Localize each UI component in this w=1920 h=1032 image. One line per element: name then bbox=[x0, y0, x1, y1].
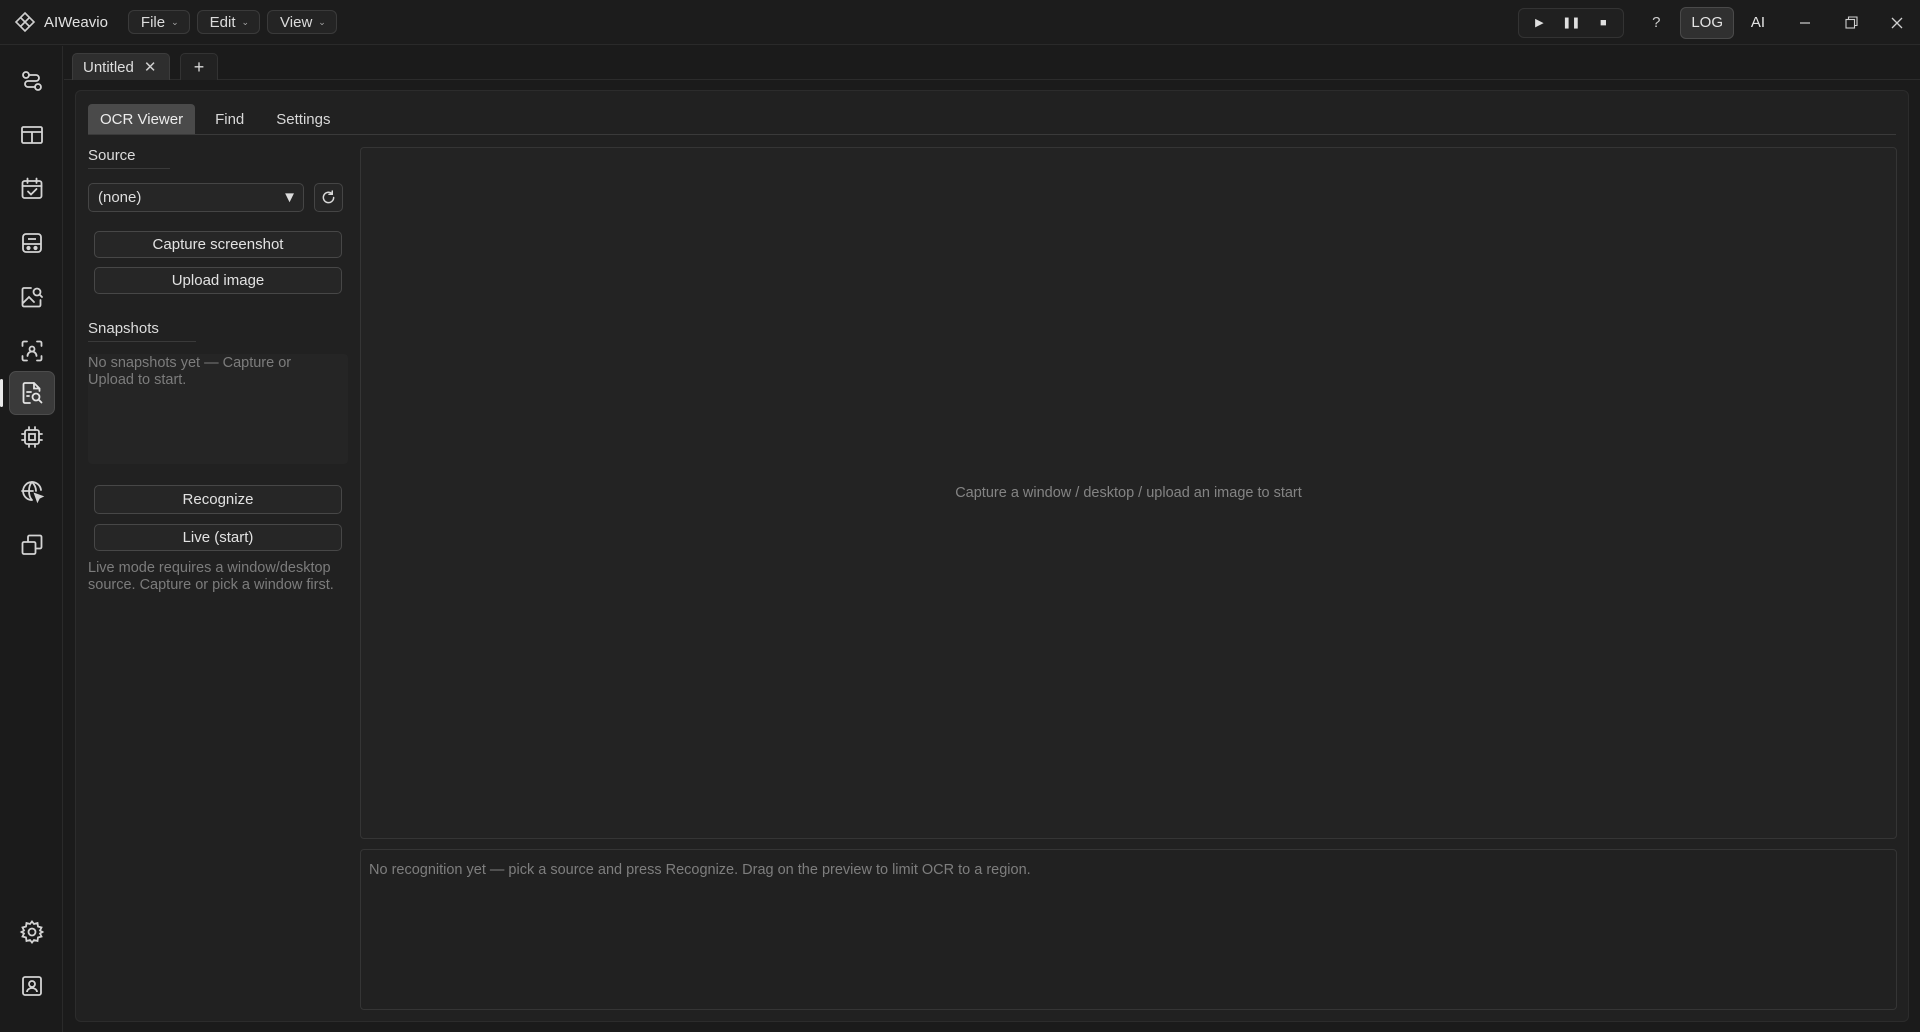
refresh-sources-button[interactable] bbox=[314, 183, 343, 212]
nav-workflow[interactable] bbox=[9, 59, 55, 103]
title-bar: AIWeavio File ⌄ Edit ⌄ View ⌄ ▶ ❚❚ ■ ? LOG … bbox=[0, 0, 1920, 45]
nav-windows[interactable] bbox=[9, 523, 55, 567]
menu-edit-label: Edit bbox=[209, 13, 236, 31]
doc-tab-untitled[interactable]: Untitled ✕ bbox=[72, 53, 170, 80]
nav-bot[interactable] bbox=[9, 221, 55, 265]
source-select[interactable]: (none) ▼ bbox=[88, 183, 304, 212]
nav-ocr-viewer[interactable] bbox=[9, 371, 55, 415]
ocr-preview-canvas[interactable]: Capture a window / desktop / upload an i… bbox=[360, 147, 1897, 839]
contact-icon bbox=[22, 976, 42, 996]
close-window-button[interactable] bbox=[1874, 0, 1920, 45]
upload-image-button[interactable]: Upload image bbox=[94, 267, 342, 294]
menu-view-label: View bbox=[280, 13, 313, 31]
nav-image-search[interactable] bbox=[9, 275, 55, 319]
stop-button[interactable]: ■ bbox=[1587, 9, 1619, 37]
menu-bar: File ⌄ Edit ⌄ View ⌄ bbox=[127, 10, 337, 34]
restore-button[interactable] bbox=[1828, 0, 1874, 45]
chip-icon bbox=[21, 426, 43, 448]
close-icon bbox=[1891, 17, 1903, 28]
globe-cursor-icon bbox=[21, 481, 45, 504]
tab-settings[interactable]: Settings bbox=[264, 104, 342, 134]
snapshots-empty-text: No snapshots yet — Capture or Upload to … bbox=[88, 355, 292, 388]
bot-icon bbox=[22, 233, 42, 253]
minimize-button[interactable] bbox=[1782, 0, 1828, 45]
tab-ocr-viewer[interactable]: OCR Viewer bbox=[88, 104, 196, 134]
nav-account[interactable] bbox=[9, 964, 55, 1008]
ai-button[interactable]: AI bbox=[1734, 14, 1782, 31]
app-name: AIWeavio bbox=[44, 13, 108, 31]
nav-chip[interactable] bbox=[9, 415, 55, 459]
menu-view[interactable]: View ⌄ bbox=[267, 10, 337, 34]
app-logo-icon bbox=[14, 11, 36, 33]
pause-button[interactable]: ❚❚ bbox=[1555, 9, 1587, 37]
scan-face-icon bbox=[21, 340, 43, 362]
minimize-icon bbox=[1800, 21, 1810, 24]
ocr-document-search-icon bbox=[22, 382, 43, 404]
snapshots-list: No snapshots yet — Capture or Upload to … bbox=[88, 354, 348, 464]
nav-settings[interactable] bbox=[9, 910, 55, 954]
help-button[interactable]: ? bbox=[1638, 14, 1674, 31]
panel-tabs: OCR Viewer Find Settings bbox=[88, 104, 1896, 135]
live-mode-hint: Live mode requires a window/desktop sour… bbox=[88, 560, 334, 593]
ocr-side-panel: Source (none) ▼ Capture screenshot Uploa… bbox=[88, 147, 348, 594]
add-tab-button[interactable]: + bbox=[180, 53, 218, 80]
layout-icon bbox=[21, 126, 43, 144]
refresh-icon bbox=[322, 190, 335, 204]
nav-layout[interactable] bbox=[9, 113, 55, 157]
recognize-button[interactable]: Recognize bbox=[94, 485, 342, 514]
close-tab-icon[interactable]: ✕ bbox=[144, 58, 157, 76]
tab-find[interactable]: Find bbox=[203, 104, 256, 134]
title-controls: ▶ ❚❚ ■ ? LOG AI bbox=[1518, 0, 1920, 45]
windows-icon bbox=[21, 534, 43, 555]
nav-web[interactable] bbox=[9, 469, 55, 513]
dropdown-arrow-icon: ▼ bbox=[282, 189, 297, 206]
capture-screenshot-button[interactable]: Capture screenshot bbox=[94, 231, 342, 258]
ocr-result-output[interactable]: No recognition yet — pick a source and p… bbox=[360, 849, 1897, 1010]
menu-file[interactable]: File ⌄ bbox=[127, 10, 190, 34]
pause-icon: ❚❚ bbox=[1562, 17, 1581, 29]
source-label: Source bbox=[88, 147, 170, 169]
chevron-down-icon: ⌄ bbox=[171, 16, 179, 27]
chevron-down-icon: ⌄ bbox=[241, 16, 250, 27]
source-row: (none) ▼ bbox=[88, 183, 348, 212]
run-controls: ▶ ❚❚ ■ bbox=[1518, 7, 1625, 38]
left-nav-rail bbox=[0, 46, 63, 1032]
workflow-icon bbox=[22, 71, 42, 91]
nav-scheduler[interactable] bbox=[9, 167, 55, 211]
calendar-check-icon bbox=[21, 177, 43, 199]
document-tab-bar: Untitled ✕ + bbox=[64, 46, 1920, 80]
live-start-button[interactable]: Live (start) bbox=[94, 524, 342, 551]
source-selected-value: (none) bbox=[98, 189, 142, 206]
image-search-icon bbox=[21, 287, 43, 308]
snapshots-label: Snapshots bbox=[88, 320, 196, 342]
ocr-workspace: OCR Viewer Find Settings Source (none) ▼… bbox=[75, 90, 1909, 1022]
output-placeholder-text: No recognition yet — pick a source and p… bbox=[369, 862, 1031, 878]
menu-edit[interactable]: Edit ⌄ bbox=[196, 10, 261, 34]
stop-icon: ■ bbox=[1599, 16, 1607, 29]
log-button[interactable]: LOG bbox=[1680, 6, 1734, 39]
active-nav-indicator bbox=[0, 379, 3, 407]
menu-file-label: File bbox=[140, 13, 166, 31]
settings-icon bbox=[19, 920, 45, 944]
preview-placeholder-text: Capture a window / desktop / upload an i… bbox=[955, 485, 1302, 501]
restore-icon bbox=[1844, 16, 1858, 29]
play-icon: ▶ bbox=[1535, 17, 1544, 29]
brand: AIWeavio bbox=[14, 11, 108, 33]
play-button[interactable]: ▶ bbox=[1523, 9, 1555, 37]
doc-tab-label: Untitled bbox=[83, 58, 134, 76]
chevron-down-icon: ⌄ bbox=[318, 16, 326, 27]
nav-scan[interactable] bbox=[9, 329, 55, 373]
